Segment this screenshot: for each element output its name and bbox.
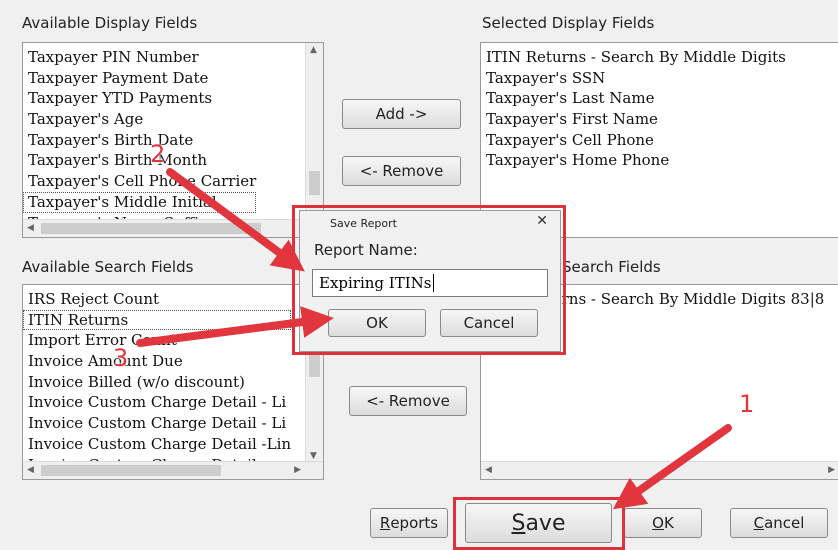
step-2-label: 2 <box>150 140 166 168</box>
arrow-step-1 <box>612 424 732 510</box>
arrow-step-3 <box>136 306 334 347</box>
arrow-step-2 <box>166 168 305 272</box>
step-3-label: 3 <box>113 344 129 372</box>
annotation-arrows <box>136 168 732 510</box>
step-1-label: 1 <box>739 390 755 418</box>
